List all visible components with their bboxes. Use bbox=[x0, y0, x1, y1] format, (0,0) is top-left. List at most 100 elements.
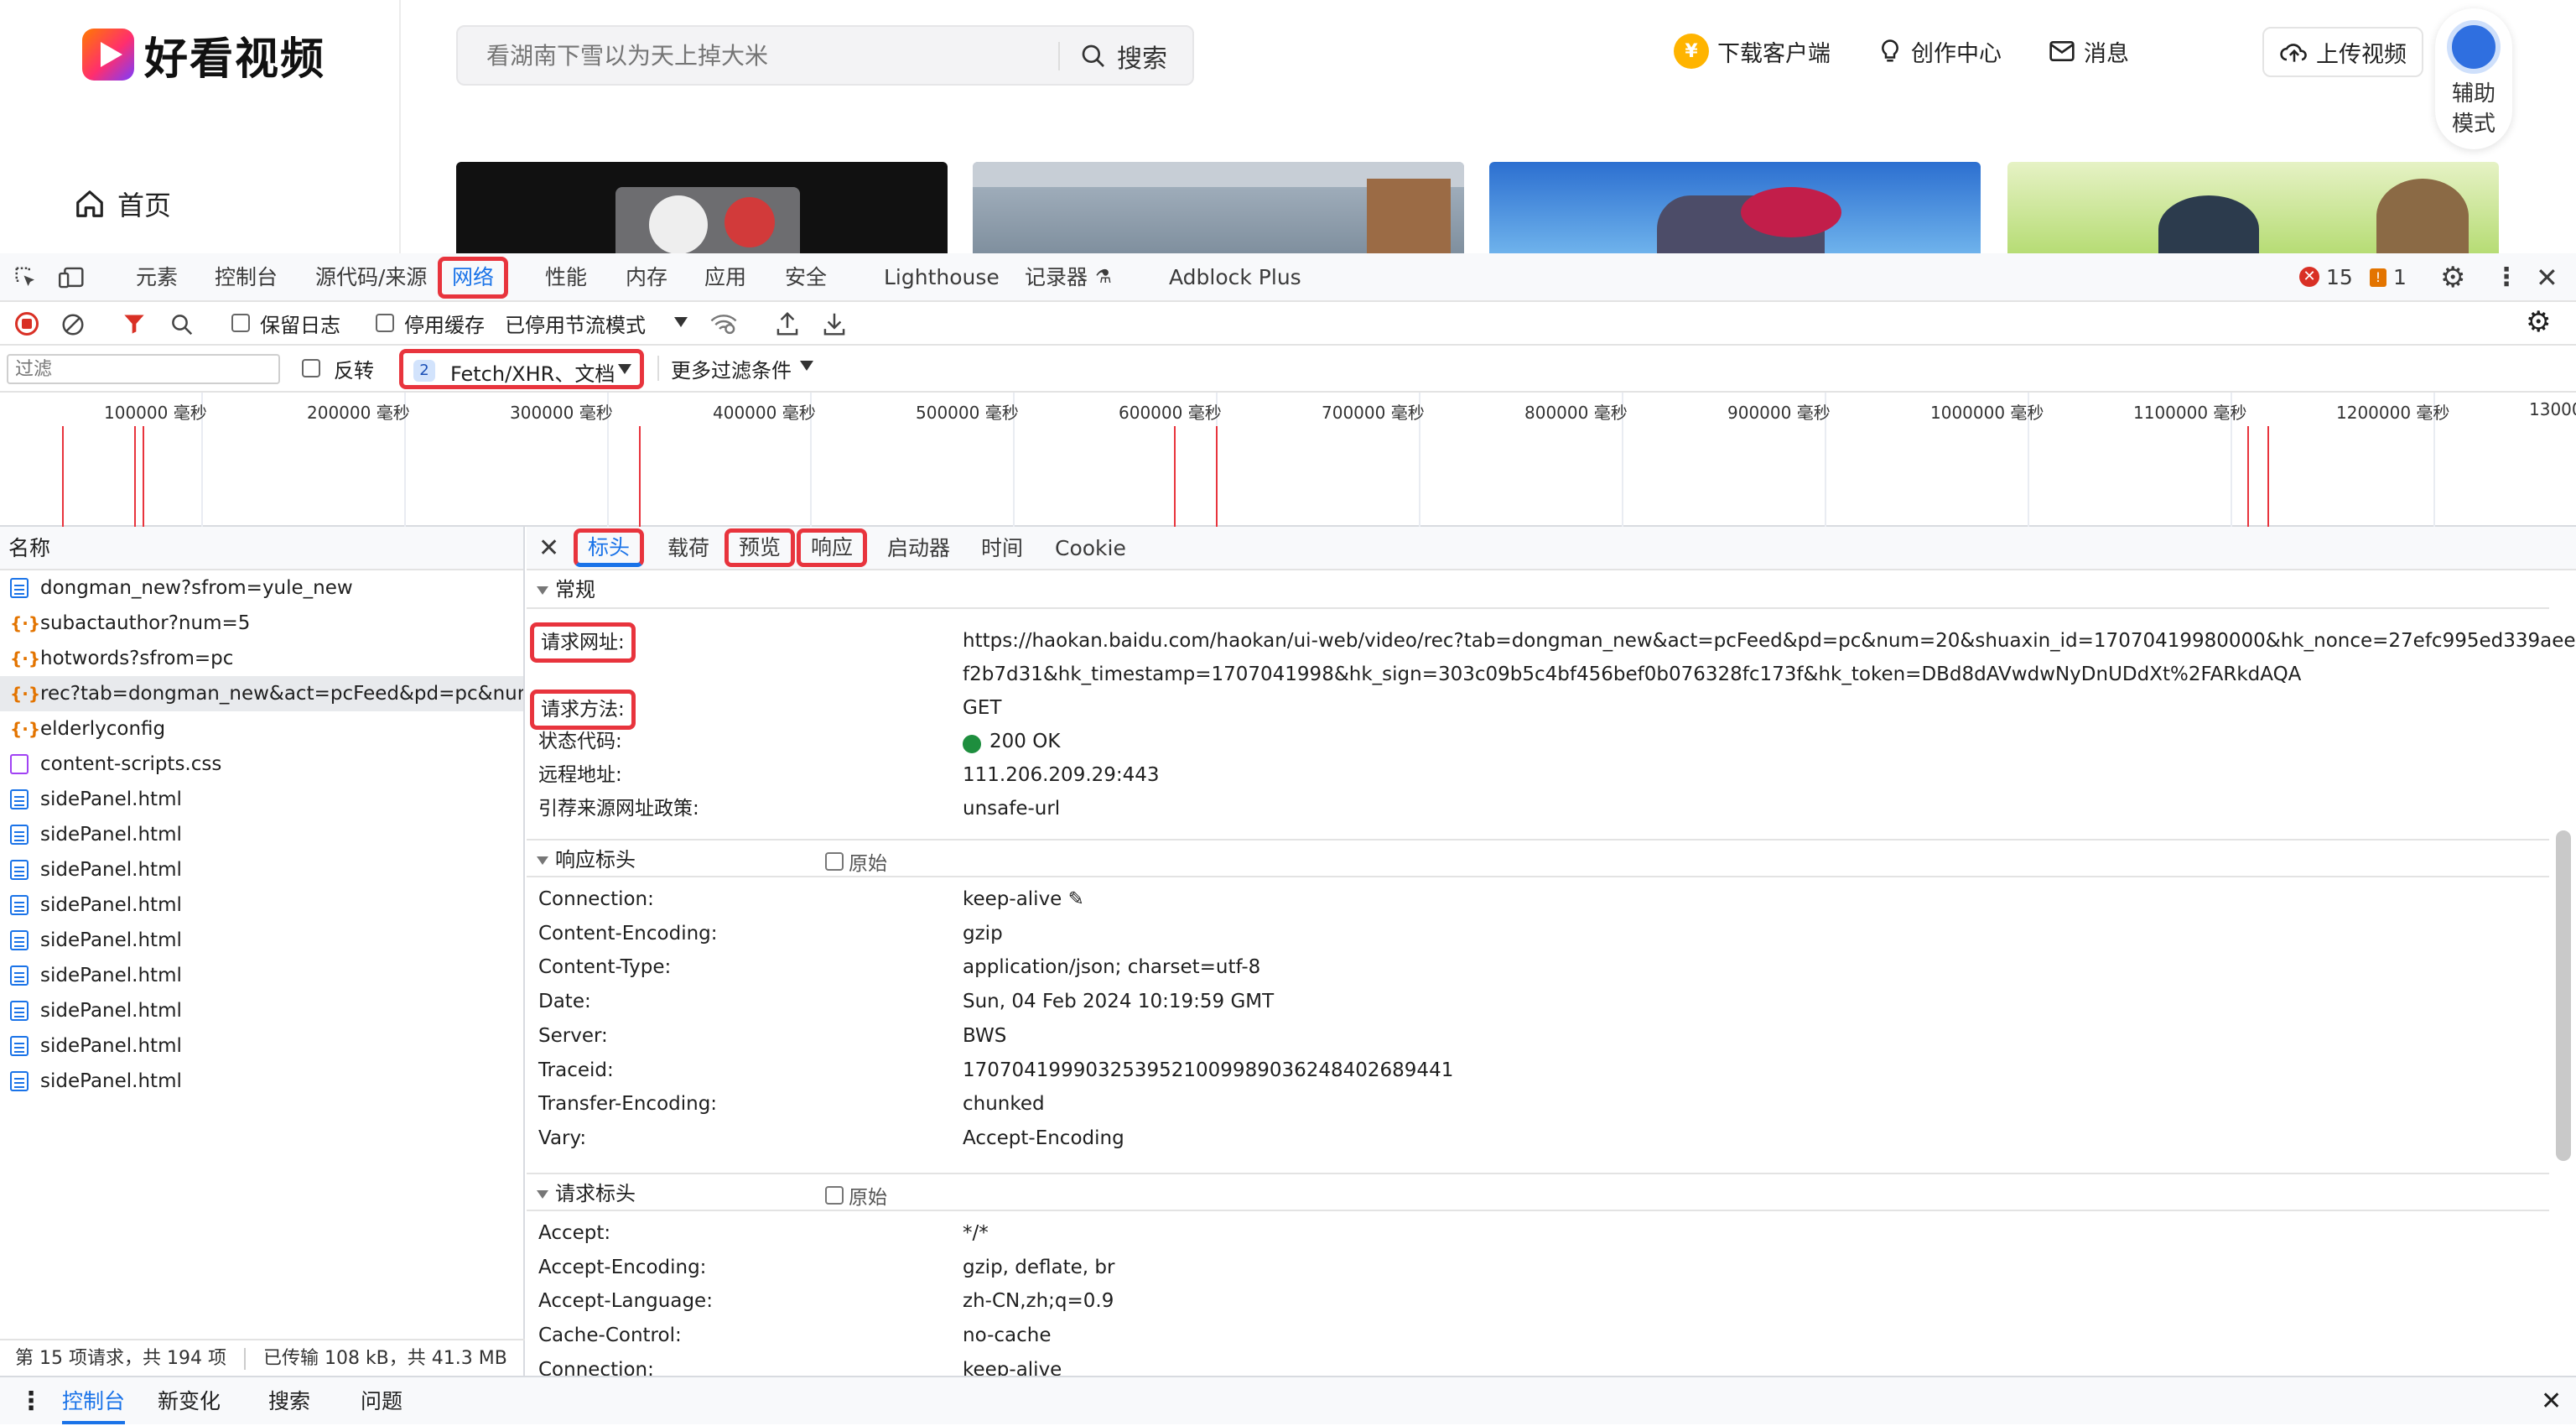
filter-input[interactable] bbox=[7, 354, 280, 384]
tab-memory[interactable]: 内存 bbox=[626, 253, 667, 302]
video-thumbnail[interactable] bbox=[973, 162, 1464, 253]
request-name: elderlyconfig bbox=[40, 718, 166, 740]
error-count[interactable]: 15 bbox=[2326, 253, 2353, 302]
tab-initiator[interactable]: 启动器 bbox=[887, 527, 950, 570]
request-row[interactable]: sidePanel.html bbox=[0, 782, 523, 817]
response-raw-toggle[interactable]: 原始 bbox=[825, 847, 887, 876]
drawer-menu-icon[interactable]: ⋮ bbox=[18, 1377, 44, 1426]
tab-payload[interactable]: 载荷 bbox=[667, 527, 709, 570]
tab-sources[interactable]: 源代码/来源 bbox=[315, 253, 427, 302]
play-logo-icon bbox=[82, 29, 134, 81]
device-toolbar-icon[interactable] bbox=[59, 265, 86, 290]
preserve-log-label: 保留日志 bbox=[260, 314, 340, 337]
drawer-tab-search[interactable]: 搜索 bbox=[268, 1377, 310, 1426]
clear-icon[interactable] bbox=[60, 312, 86, 337]
network-timeline-overview[interactable]: 100000 毫秒 200000 毫秒 300000 毫秒 400000 毫秒 5000… bbox=[0, 393, 2576, 527]
close-devtools-icon[interactable]: ✕ bbox=[2536, 253, 2558, 302]
video-thumbnail[interactable] bbox=[456, 162, 948, 253]
transfer-summary: 已传输 108 kB，共 41.3 MB bbox=[262, 1348, 507, 1369]
creator-center-link[interactable]: 创作中心 bbox=[1877, 35, 2002, 68]
import-har-icon[interactable] bbox=[775, 310, 800, 337]
record-stop-icon[interactable] bbox=[15, 312, 39, 336]
header-value: application/json; charset=utf-8 bbox=[963, 956, 1261, 979]
raw-checkbox[interactable] bbox=[825, 1186, 844, 1205]
header-name: Content-Type: bbox=[538, 956, 672, 979]
request-row[interactable]: sidePanel.html bbox=[0, 1064, 523, 1099]
request-row[interactable]: dongman_new?sfrom=yule_new bbox=[0, 570, 523, 606]
warning-count[interactable]: 1 bbox=[2393, 253, 2407, 302]
assist-mode-button[interactable]: 辅助 模式 bbox=[2435, 8, 2512, 149]
network-conditions-icon[interactable] bbox=[709, 312, 738, 336]
tab-headers[interactable]: 标头 bbox=[574, 528, 645, 567]
request-name: sidePanel.html bbox=[40, 824, 182, 846]
name-column-header[interactable]: 名称 bbox=[0, 527, 523, 570]
tab-security[interactable]: 安全 bbox=[785, 253, 827, 302]
upload-video-button[interactable]: 上传视频 bbox=[2262, 27, 2423, 77]
download-client-link[interactable]: ¥ 下载客户端 bbox=[1674, 34, 1831, 69]
drawer-tab-changes[interactable]: 新变化 bbox=[158, 1377, 221, 1426]
request-type-filter[interactable]: 2 Fetch/XHR、文档 bbox=[399, 349, 644, 389]
tab-cookies[interactable]: Cookie bbox=[1055, 527, 1126, 570]
referrer-policy-value: unsafe-url bbox=[963, 798, 1061, 820]
request-row[interactable]: {·} subactauthor?num=5 bbox=[0, 606, 523, 641]
search-input[interactable] bbox=[486, 27, 1057, 84]
messages-link[interactable]: 消息 bbox=[2049, 35, 2129, 68]
tab-lighthouse[interactable]: Lighthouse bbox=[884, 253, 1000, 302]
chevron-down-icon[interactable] bbox=[674, 317, 688, 327]
request-row[interactable]: {·} elderlyconfig bbox=[0, 711, 523, 747]
creator-center-label: 创作中心 bbox=[1911, 40, 2002, 67]
invert-checkbox[interactable] bbox=[302, 359, 320, 377]
request-raw-toggle[interactable]: 原始 bbox=[825, 1181, 887, 1210]
request-row[interactable]: {·} hotwords?sfrom=pc bbox=[0, 641, 523, 676]
header-name: Date: bbox=[538, 991, 591, 1013]
general-section-header[interactable]: 常规 bbox=[527, 570, 2549, 609]
request-row[interactable]: sidePanel.html bbox=[0, 923, 523, 958]
search-icon[interactable] bbox=[169, 312, 195, 337]
request-row[interactable]: sidePanel.html bbox=[0, 1028, 523, 1064]
tab-network[interactable]: 网络 bbox=[438, 257, 509, 299]
chevron-down-icon[interactable] bbox=[800, 361, 813, 371]
request-row[interactable]: {·} rec?tab=dongman_new&act=pcFeed&pd=pc&… bbox=[0, 676, 523, 711]
drawer-tab-console[interactable]: 控制台 bbox=[62, 1377, 126, 1424]
sidebar-item-home[interactable]: 首页 bbox=[74, 185, 171, 223]
disable-cache-checkbox[interactable] bbox=[376, 314, 394, 332]
raw-checkbox[interactable] bbox=[825, 852, 844, 871]
request-row[interactable]: sidePanel.html bbox=[0, 817, 523, 852]
network-settings-gear-icon[interactable]: ⚙ bbox=[2526, 305, 2551, 339]
request-row[interactable]: sidePanel.html bbox=[0, 993, 523, 1028]
tab-console[interactable]: 控制台 bbox=[215, 253, 278, 302]
drawer-tab-issues[interactable]: 问题 bbox=[361, 1377, 402, 1426]
timeline-tick-label: 200000 毫秒 bbox=[307, 403, 410, 423]
export-har-icon[interactable] bbox=[822, 310, 847, 337]
request-row[interactable]: sidePanel.html bbox=[0, 958, 523, 993]
request-row[interactable]: sidePanel.html bbox=[0, 852, 523, 887]
inspect-element-icon[interactable] bbox=[13, 265, 39, 290]
tab-elements[interactable]: 元素 bbox=[136, 253, 178, 302]
search-button[interactable]: 搜索 bbox=[1080, 37, 1167, 75]
more-filters-button[interactable]: 更多过滤条件 bbox=[671, 354, 792, 383]
lightbulb-icon bbox=[1882, 39, 1898, 62]
video-thumbnail[interactable] bbox=[1489, 162, 1981, 253]
tab-preview[interactable]: 预览 bbox=[724, 528, 796, 567]
close-detail-icon[interactable]: ✕ bbox=[538, 527, 559, 570]
request-row[interactable]: sidePanel.html bbox=[0, 887, 523, 923]
tab-recorder[interactable]: 记录器 bbox=[1025, 253, 1088, 302]
site-logo[interactable]: 好看视频 bbox=[82, 25, 325, 85]
detail-scrollbar[interactable] bbox=[2556, 830, 2571, 1161]
throttle-select[interactable]: 已停用节流模式 bbox=[505, 309, 646, 338]
header-value: Sun, 04 Feb 2024 10:19:59 GMT bbox=[963, 991, 1275, 1013]
video-thumbnail[interactable] bbox=[2007, 162, 2499, 253]
filter-icon[interactable] bbox=[122, 312, 146, 336]
more-menu-icon[interactable]: ⋮ bbox=[2494, 253, 2519, 302]
document-icon bbox=[10, 825, 29, 845]
tab-adblock-plus[interactable]: Adblock Plus bbox=[1169, 253, 1301, 302]
network-filter-bar: 反转 2 Fetch/XHR、文档 更多过滤条件 bbox=[0, 346, 2576, 393]
close-drawer-icon[interactable]: ✕ bbox=[2541, 1377, 2562, 1426]
tab-performance[interactable]: 性能 bbox=[545, 253, 587, 302]
tab-application[interactable]: 应用 bbox=[704, 253, 746, 302]
settings-gear-icon[interactable]: ⚙ bbox=[2440, 253, 2465, 302]
preserve-log-checkbox[interactable] bbox=[231, 314, 250, 332]
tab-response[interactable]: 响应 bbox=[797, 528, 868, 567]
tab-timing[interactable]: 时间 bbox=[981, 527, 1023, 570]
request-row[interactable]: content-scripts.css bbox=[0, 747, 523, 782]
